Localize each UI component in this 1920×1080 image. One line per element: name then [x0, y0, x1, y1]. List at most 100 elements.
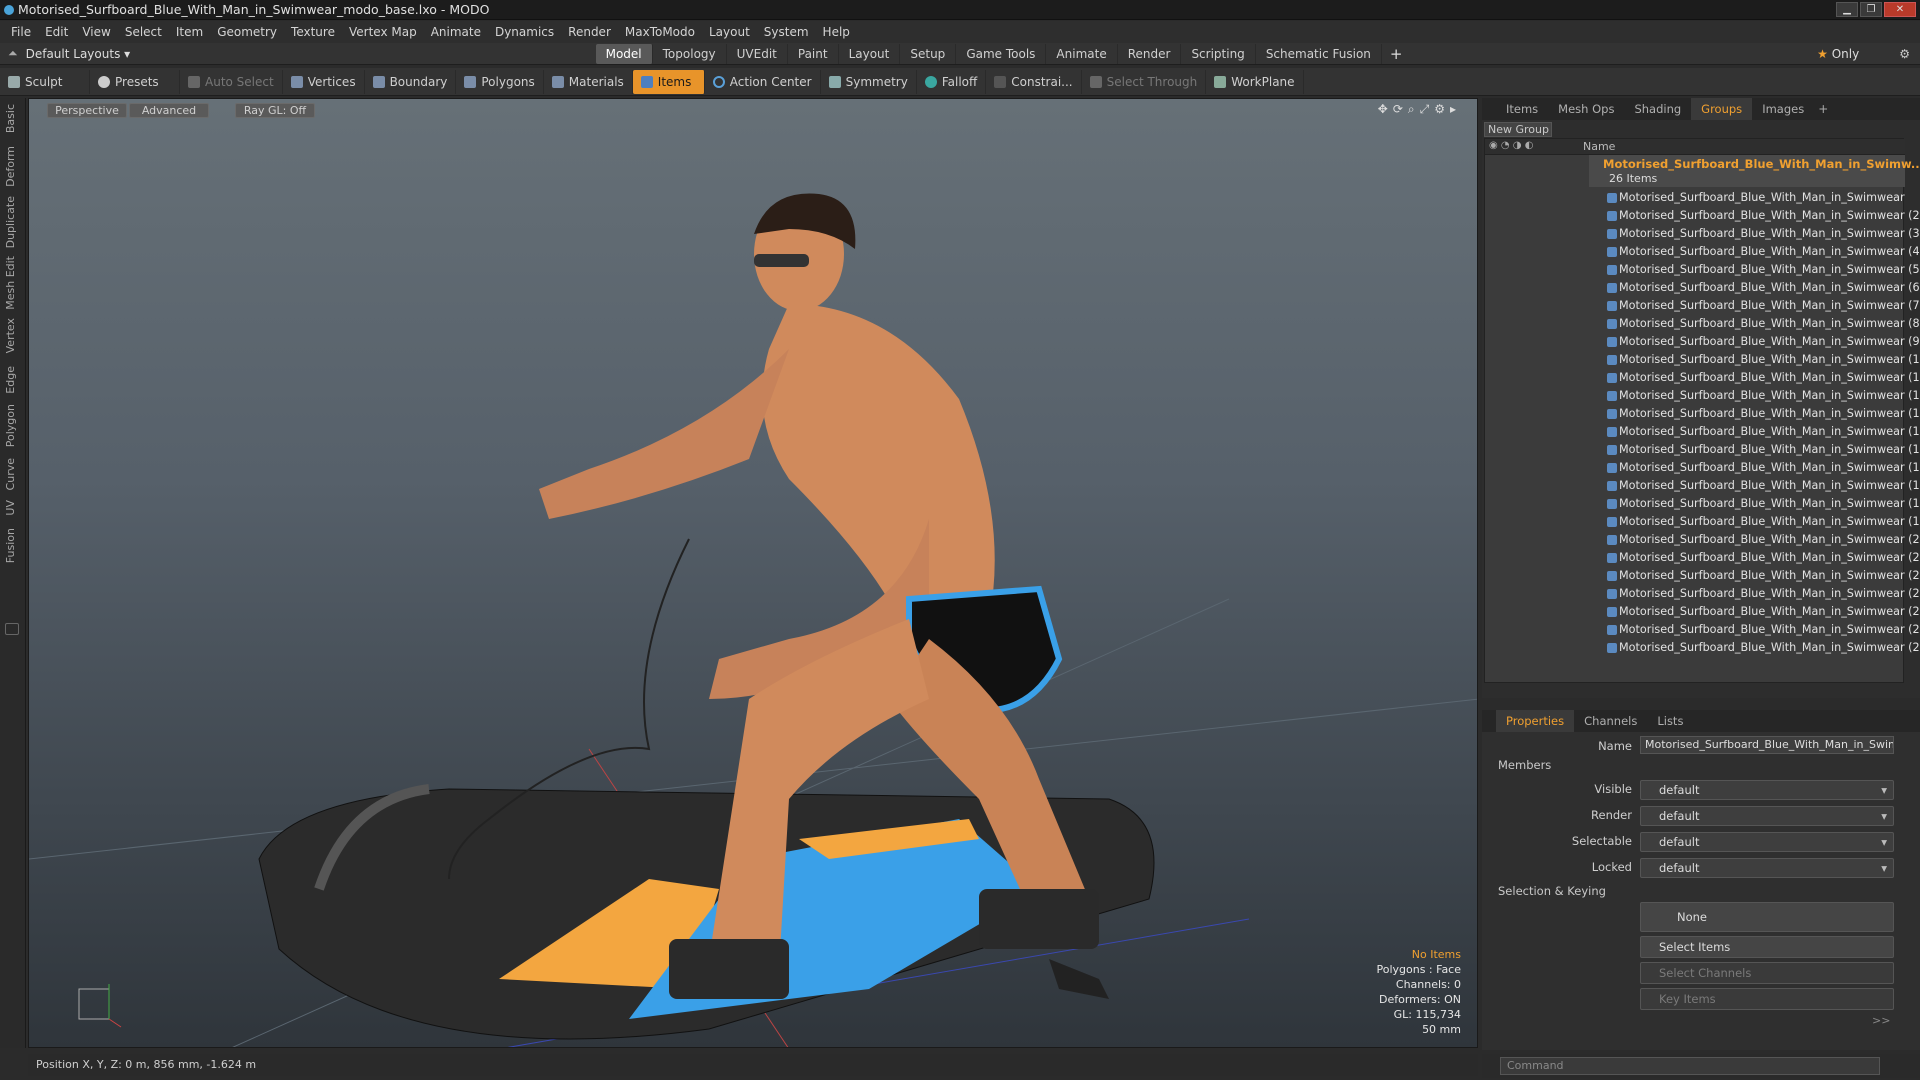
vtab-duplicate[interactable]: Duplicate — [4, 196, 17, 248]
group-member-row[interactable]: Motorised_Surfboard_Blue_With_Man_in_Swi… — [1485, 333, 1920, 351]
group-member-row[interactable]: Motorised_Surfboard_Blue_With_Man_in_Swi… — [1485, 369, 1920, 387]
group-member-row[interactable]: Motorised_Surfboard_Blue_With_Man_in_Swi… — [1485, 225, 1920, 243]
vtab-fusion[interactable]: Fusion — [4, 528, 17, 563]
tab-scripting[interactable]: Scripting — [1181, 43, 1256, 64]
group-member-row[interactable]: Motorised_Surfboard_Blue_With_Man_in_Swi… — [1485, 261, 1920, 279]
menu-system[interactable]: System — [764, 25, 809, 39]
vtab-edge[interactable]: Edge — [4, 366, 17, 394]
maximize-button[interactable]: ❐ — [1860, 2, 1882, 17]
tab-items[interactable]: Items — [1496, 98, 1548, 120]
tab-paint[interactable]: Paint — [788, 43, 839, 64]
members-section[interactable]: Members — [1498, 758, 1551, 772]
key-items-button[interactable]: Key Items — [1640, 988, 1894, 1010]
menu-layout[interactable]: Layout — [709, 25, 750, 39]
group-member-row[interactable]: Motorised_Surfboard_Blue_With_Man_in_Swi… — [1485, 297, 1920, 315]
sculpt-button[interactable]: Sculpt — [0, 69, 90, 94]
group-member-row[interactable]: Motorised_Surfboard_Blue_With_Man_in_Swi… — [1485, 477, 1920, 495]
vtab-mesh-edit[interactable]: Mesh Edit — [4, 256, 17, 310]
group-member-row[interactable]: Motorised_Surfboard_Blue_With_Man_in_Swi… — [1485, 243, 1920, 261]
tab-schematic-fusion[interactable]: Schematic Fusion — [1256, 43, 1382, 64]
gear-icon[interactable]: ⚙ — [1899, 47, 1910, 61]
command-input[interactable]: Command — [1500, 1057, 1880, 1075]
tab-uvedit[interactable]: UVEdit — [727, 43, 788, 64]
menu-render[interactable]: Render — [568, 25, 611, 39]
polygons-button[interactable]: Polygons — [456, 69, 544, 94]
group-member-row[interactable]: Motorised_Surfboard_Blue_With_Man_in_Swi… — [1485, 405, 1920, 423]
select-channels-button[interactable]: Select Channels — [1640, 962, 1894, 984]
items-button[interactable]: Items — [632, 69, 705, 94]
visibility-column-icon[interactable]: ◉ ◔ ◑ ◐ — [1489, 140, 1533, 151]
vtab-polygon[interactable]: Polygon — [4, 404, 17, 447]
group-member-row[interactable]: Motorised_Surfboard_Blue_With_Man_in_Swi… — [1485, 513, 1920, 531]
tab-animate[interactable]: Animate — [1046, 43, 1118, 64]
name-field[interactable]: Motorised_Surfboard_Blue_With_Man_in_Swi… — [1640, 736, 1894, 754]
tab-render[interactable]: Render — [1118, 43, 1182, 64]
only-toggle[interactable]: ★ Only — [1817, 47, 1859, 61]
menu-file[interactable]: File — [11, 25, 31, 39]
minimize-button[interactable]: ▁ — [1836, 2, 1858, 17]
selectable-dropdown[interactable]: default — [1640, 832, 1894, 852]
panel-toggle-icon[interactable] — [5, 623, 19, 635]
tab-setup[interactable]: Setup — [900, 43, 957, 64]
vtab-uv[interactable]: UV — [4, 500, 17, 516]
tab-mesh-ops[interactable]: Mesh Ops — [1548, 98, 1624, 120]
select-items-button[interactable]: Select Items — [1640, 936, 1894, 958]
group-member-row[interactable]: Motorised_Surfboard_Blue_With_Man_in_Swi… — [1485, 531, 1920, 549]
group-member-row[interactable]: Motorised_Surfboard_Blue_With_Man_in_Swi… — [1485, 495, 1920, 513]
group-member-row[interactable]: Motorised_Surfboard_Blue_With_Man_in_Swi… — [1485, 459, 1920, 477]
symmetry-button[interactable]: Symmetry — [821, 69, 917, 94]
group-member-row[interactable]: Motorised_Surfboard_Blue_With_Man_in_Swi… — [1485, 279, 1920, 297]
group-member-row[interactable]: Motorised_Surfboard_Blue_With_Man_in_Swi… — [1485, 567, 1920, 585]
tab-shading[interactable]: Shading — [1624, 98, 1691, 120]
tab-channels[interactable]: Channels — [1574, 710, 1647, 732]
tab-model[interactable]: Model — [595, 43, 653, 64]
group-member-row[interactable]: Motorised_Surfboard_Blue_With_Man_in_Swi… — [1485, 189, 1905, 207]
tab-lists[interactable]: Lists — [1647, 710, 1693, 732]
group-row-selected[interactable]: Motorised_Surfboard_Blue_With_Man_in_Swi… — [1589, 155, 1920, 187]
pin-icon[interactable]: ⏶ — [8, 46, 18, 61]
tab-game-tools[interactable]: Game Tools — [956, 43, 1047, 64]
menu-texture[interactable]: Texture — [291, 25, 335, 39]
more-button[interactable]: >> — [1872, 1014, 1890, 1027]
3d-viewport[interactable]: Perspective Advanced Ray GL: Off ✥⟳⌕⤢⚙▸ — [28, 98, 1478, 1048]
new-group-button[interactable]: New Group — [1484, 122, 1552, 137]
action-center-button[interactable]: Action Center — [705, 69, 821, 94]
tab-images[interactable]: Images — [1752, 98, 1814, 120]
group-member-row[interactable]: Motorised_Surfboard_Blue_With_Man_in_Swi… — [1485, 351, 1920, 369]
group-member-row[interactable]: Motorised_Surfboard_Blue_With_Man_in_Swi… — [1485, 207, 1920, 225]
group-member-row[interactable]: Motorised_Surfboard_Blue_With_Man_in_Swi… — [1485, 387, 1920, 405]
tab-properties[interactable]: Properties — [1496, 710, 1575, 732]
menu-item[interactable]: Item — [176, 25, 203, 39]
vertices-button[interactable]: Vertices — [283, 69, 365, 94]
vtab-vertex[interactable]: Vertex — [4, 318, 17, 353]
select-through-button[interactable]: Select Through — [1082, 69, 1207, 94]
falloff-button[interactable]: Falloff — [917, 69, 987, 94]
menu-select[interactable]: Select — [125, 25, 162, 39]
vtab-curve[interactable]: Curve — [4, 458, 17, 490]
group-member-row[interactable]: Motorised_Surfboard_Blue_With_Man_in_Swi… — [1485, 621, 1920, 639]
group-member-row[interactable]: Motorised_Surfboard_Blue_With_Man_in_Swi… — [1485, 585, 1920, 603]
menu-dynamics[interactable]: Dynamics — [495, 25, 554, 39]
tab-topology[interactable]: Topology — [653, 43, 727, 64]
close-button[interactable]: ✕ — [1884, 2, 1916, 17]
menu-animate[interactable]: Animate — [431, 25, 481, 39]
vtab-basic[interactable]: Basic — [4, 104, 17, 133]
menu-help[interactable]: Help — [823, 25, 850, 39]
presets-button[interactable]: Presets — [90, 69, 180, 94]
render-dropdown[interactable]: default — [1640, 806, 1894, 826]
add-tab-icon[interactable]: + — [1390, 45, 1403, 63]
constraints-button[interactable]: Constrai... — [986, 69, 1082, 94]
group-member-row[interactable]: Motorised_Surfboard_Blue_With_Man_in_Swi… — [1485, 639, 1920, 657]
group-member-row[interactable]: Motorised_Surfboard_Blue_With_Man_in_Swi… — [1485, 603, 1920, 621]
menu-edit[interactable]: Edit — [45, 25, 68, 39]
workplane-button[interactable]: WorkPlane — [1206, 69, 1304, 94]
tab-groups[interactable]: Groups — [1691, 98, 1753, 120]
group-member-row[interactable]: Motorised_Surfboard_Blue_With_Man_in_Swi… — [1485, 315, 1920, 333]
tab-layout[interactable]: Layout — [839, 43, 901, 64]
boundary-button[interactable]: Boundary — [365, 69, 457, 94]
menu-geometry[interactable]: Geometry — [217, 25, 277, 39]
menu-vertex-map[interactable]: Vertex Map — [349, 25, 417, 39]
selection-keying-section[interactable]: Selection & Keying — [1498, 884, 1606, 898]
group-member-row[interactable]: Motorised_Surfboard_Blue_With_Man_in_Swi… — [1485, 549, 1920, 567]
default-layouts-dropdown[interactable]: Default Layouts ▾ — [26, 47, 596, 61]
